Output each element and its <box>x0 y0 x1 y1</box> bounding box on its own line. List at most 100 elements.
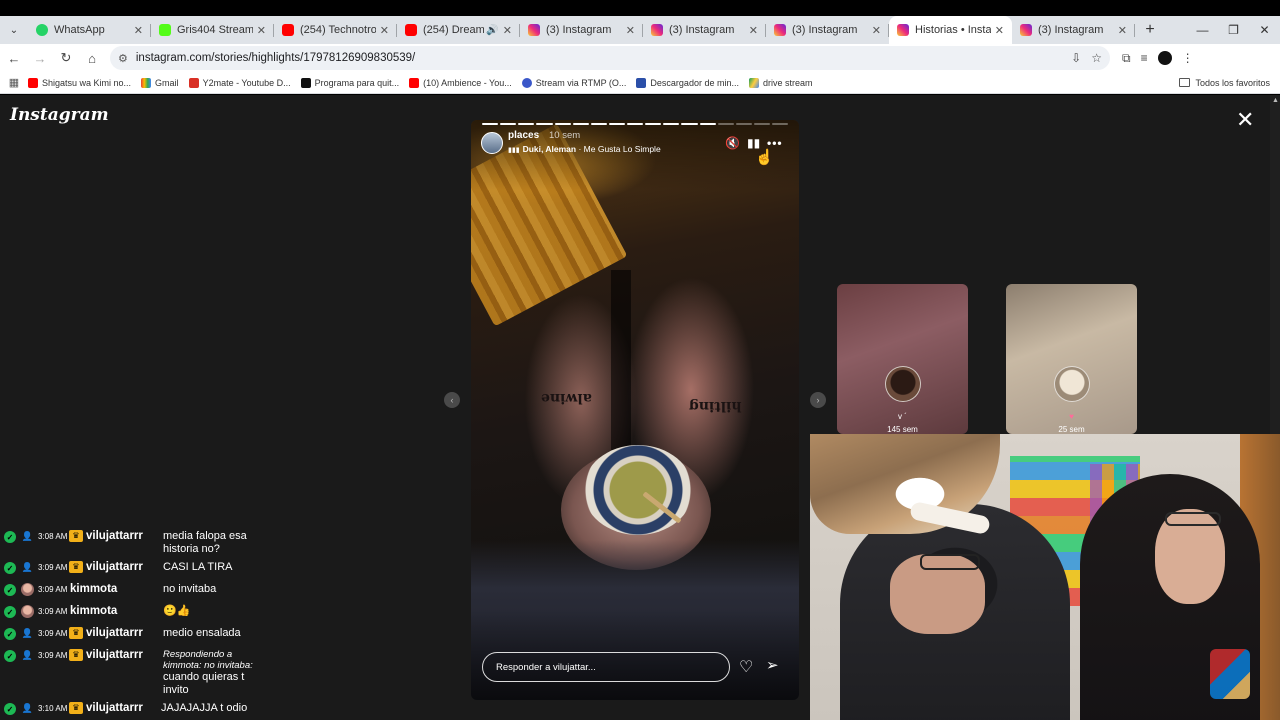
extensions-icon[interactable]: ⧉ <box>1122 51 1131 66</box>
url-text[interactable]: instagram.com/stories/highlights/1797812… <box>136 52 1061 64</box>
next-story-button[interactable]: › <box>810 392 826 408</box>
next-story-preview[interactable]: ♥ 25 sem <box>1006 284 1137 434</box>
story-username[interactable]: places <box>508 130 539 141</box>
home-icon: ⌂ <box>88 50 96 66</box>
youtube-icon <box>28 77 38 88</box>
bookmark-item[interactable]: Shigatsu wa Kimi no... <box>28 77 131 88</box>
bookmark-label: Programa para quit... <box>314 77 400 88</box>
apps-grid-icon[interactable]: ▦ <box>0 76 28 89</box>
bookmark-item[interactable]: drive stream <box>748 77 812 88</box>
user-avatar <box>21 583 34 596</box>
tab-label: Historias • Instagram <box>915 24 991 36</box>
story-card[interactable]: alwine hilting places 10 sem ▮▮▮ Duki, Al… <box>471 120 799 700</box>
user-icon: 👤 <box>21 628 34 638</box>
tab-label: Gris404 Stream - Wa <box>177 24 253 36</box>
bookmark-item[interactable]: Programa para quit... <box>300 77 400 88</box>
close-icon[interactable]: ✕ <box>1118 24 1127 37</box>
all-bookmarks[interactable]: Todos los favoritos <box>1179 78 1270 88</box>
close-stories-button[interactable]: ✕ <box>1236 109 1254 131</box>
media-controls-icon[interactable]: ≡ <box>1141 51 1148 65</box>
close-icon[interactable]: ✕ <box>503 24 512 37</box>
bookmark-item[interactable]: Gmail <box>141 77 179 88</box>
install-app-icon[interactable]: ⇩ <box>1071 51 1081 65</box>
check-icon: ✓ <box>4 584 16 596</box>
progress-segment <box>500 123 517 125</box>
story-progress-bar <box>482 123 789 125</box>
bookmark-item[interactable]: Descargador de min... <box>636 77 739 88</box>
close-icon[interactable]: ✕ <box>626 24 635 37</box>
tab-label: WhatsApp <box>54 24 105 36</box>
bookmark-label: Gmail <box>155 77 179 88</box>
tab-label: (3) Instagram <box>792 24 858 36</box>
tab-active[interactable]: Historias • Instagram ✕ <box>889 16 1012 44</box>
close-window-button[interactable]: ✕ <box>1249 16 1280 44</box>
back-button[interactable]: ← <box>2 46 26 70</box>
close-icon[interactable]: ✕ <box>872 24 881 37</box>
minimize-button[interactable]: — <box>1187 16 1218 44</box>
chevron-left-icon: ‹ <box>450 395 454 405</box>
close-icon[interactable]: ✕ <box>257 24 266 37</box>
profile-avatar[interactable] <box>1157 51 1172 65</box>
close-icon[interactable]: ✕ <box>995 24 1004 37</box>
close-icon[interactable]: ✕ <box>380 24 389 37</box>
reload-icon: ↻ <box>60 50 72 65</box>
heart-icon[interactable]: ♡ <box>739 657 753 677</box>
scroll-up-icon[interactable]: ▲ <box>1272 97 1279 104</box>
restore-button[interactable]: ❐ <box>1218 16 1249 44</box>
music-artist: Duki, Aleman <box>522 144 577 154</box>
user-icon: 👤 <box>21 650 34 660</box>
crown-icon: ♛ <box>69 561 83 573</box>
reply-input[interactable]: Responder a vilujattar... <box>482 652 730 682</box>
bookmark-item[interactable]: (10) Ambience - You... <box>409 77 512 88</box>
reload-button[interactable]: ↻ <box>54 46 78 70</box>
story-music[interactable]: ▮▮▮ Duki, Aleman · Me Gusta Lo Simple <box>508 144 661 154</box>
check-icon: ✓ <box>4 650 16 662</box>
tab[interactable]: (3) Instagram ✕ <box>643 16 766 44</box>
speaker-icon[interactable]: 🔊 <box>486 25 498 36</box>
bookmark-star-icon[interactable]: ☆ <box>1091 51 1102 65</box>
bookmark-item[interactable]: Y2mate - Youtube D... <box>188 77 291 88</box>
reply-placeholder: Responder a vilujattar... <box>496 661 596 673</box>
next-story-preview[interactable]: v ´ 145 sem <box>837 284 968 434</box>
chat-username: vilujattarrr <box>86 561 143 573</box>
bookmark-label: Y2mate - Youtube D... <box>202 77 291 88</box>
user-avatar <box>21 605 34 618</box>
bookmark-item[interactable]: Stream via RTMP (O... <box>521 77 626 88</box>
chevron-right-icon: › <box>816 395 820 405</box>
webcam-glasses-right <box>1165 512 1221 526</box>
tab[interactable]: Gris404 Stream - Wa ✕ <box>151 16 274 44</box>
home-button[interactable]: ⌂ <box>80 46 104 70</box>
youtube-icon <box>405 24 417 36</box>
tab[interactable]: (254) Technotronic - ✕ <box>274 16 397 44</box>
tab[interactable]: (3) Instagram ✕ <box>1012 16 1135 44</box>
close-icon[interactable]: ✕ <box>134 24 143 37</box>
tab[interactable]: (3) Instagram ✕ <box>766 16 889 44</box>
top-strip <box>0 0 1280 16</box>
chat-time: 3:08 AM <box>38 532 68 541</box>
site-info-icon[interactable]: ⚙ <box>118 52 128 65</box>
omnibox[interactable]: ⚙ instagram.com/stories/highlights/17978… <box>110 46 1110 70</box>
story-tattoo-right: hilting <box>689 398 742 414</box>
previous-story-button[interactable]: ‹ <box>444 392 460 408</box>
progress-segment <box>735 123 752 125</box>
tab[interactable]: (254) Dreamy Po🔊 ✕ <box>397 16 520 44</box>
new-tab-button[interactable]: + <box>1135 16 1165 44</box>
chat-username: vilujattarrr <box>86 627 143 639</box>
chat-text: Respondiendo a kimmota: no invitaba: cuan… <box>163 649 268 697</box>
story-avatar[interactable] <box>481 132 503 154</box>
tab[interactable]: WhatsApp ✕ <box>28 16 151 44</box>
window-controls: — ❐ ✕ <box>1187 16 1280 44</box>
send-icon[interactable]: ➢ <box>766 656 779 674</box>
forward-button[interactable]: → <box>28 46 52 70</box>
close-icon[interactable]: ✕ <box>749 24 758 37</box>
tab[interactable]: (3) Instagram ✕ <box>520 16 643 44</box>
menu-icon[interactable]: ⋮ <box>1182 51 1194 65</box>
webcam-overlay <box>810 434 1280 720</box>
instagram-icon <box>528 24 540 36</box>
instagram-icon <box>774 24 786 36</box>
tab-search-button[interactable]: ⌄ <box>0 16 28 44</box>
mute-icon[interactable]: 🔇 <box>725 136 740 150</box>
instagram-logo[interactable]: Instagram <box>10 105 109 125</box>
arrow-right-icon: → <box>33 50 47 66</box>
progress-segment <box>572 123 589 125</box>
